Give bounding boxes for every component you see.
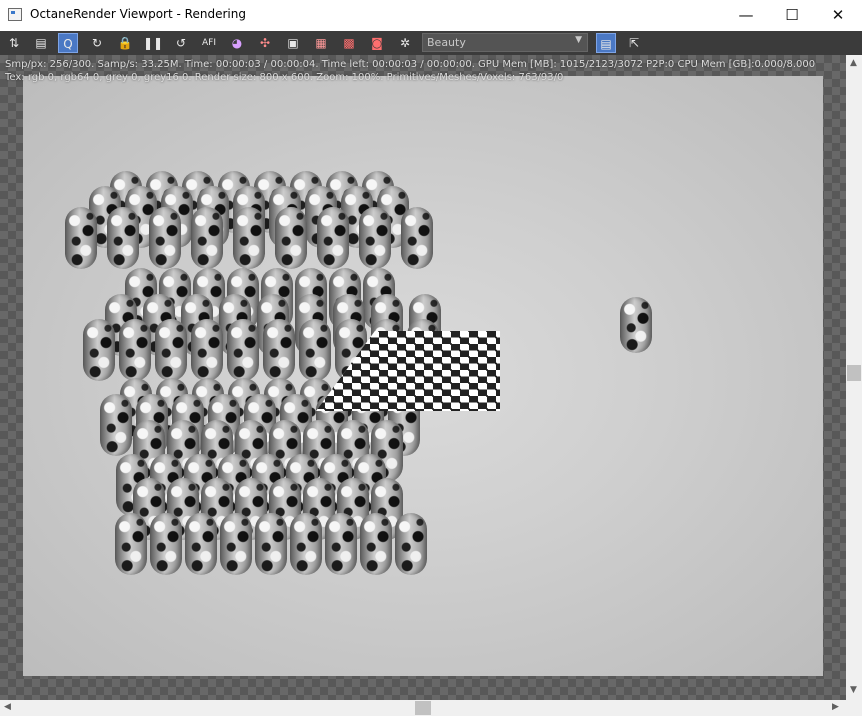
horizontal-scrollbar[interactable]: ◀ ▶ [0, 700, 846, 716]
capsule-object [119, 319, 151, 381]
capsule-object [191, 207, 223, 269]
vertical-scroll-thumb[interactable] [847, 365, 861, 381]
realtime-q-icon[interactable]: Q [58, 33, 78, 53]
capsule-object [83, 319, 115, 381]
window-title: OctaneRender Viewport - Rendering [30, 7, 246, 21]
vertical-scrollbar[interactable]: ▲ ▼ [846, 55, 862, 700]
capsule-object [263, 319, 295, 381]
close-button[interactable]: ✕ [815, 0, 861, 31]
material-picker-icon[interactable]: ▩ [339, 33, 359, 53]
viewport-toolbar: ⇅ ▤ Q ↻ 🔒 ❚❚ ↺ AFI ◕ ✣ ▣ ▦ ▩ ◙ ✲ Beauty … [0, 31, 862, 55]
fit-window-icon[interactable]: ⇱ [624, 33, 644, 53]
render-viewport[interactable]: Smp/px: 256/300. Samp/s: 33.25M. Time: 0… [0, 55, 846, 700]
capsule-object [275, 207, 307, 269]
capsule-object [317, 207, 349, 269]
scroll-up-arrow-icon[interactable]: ▲ [850, 58, 857, 68]
capsule-object [185, 513, 217, 575]
capsule-object [227, 319, 259, 381]
copy-clipboard-icon[interactable]: ▤ [31, 33, 51, 53]
afi-icon[interactable]: AFI [199, 33, 219, 53]
render-pass-select[interactable]: Beauty ▼ [422, 33, 588, 52]
capsule-object [100, 394, 132, 456]
capsule-object [115, 513, 147, 575]
scrollbar-corner [846, 700, 862, 716]
camera-picker-icon[interactable]: ◙ [367, 33, 387, 53]
capsule-object [107, 207, 139, 269]
color-picker-icon[interactable]: ◕ [227, 33, 247, 53]
capsule-object [255, 513, 287, 575]
capsule-object [220, 513, 252, 575]
lock-icon[interactable]: 🔒 [115, 33, 135, 53]
capsule-object [149, 207, 181, 269]
app-icon [8, 8, 22, 21]
capsule-object [191, 319, 223, 381]
grid-view-icon[interactable]: ▤ [596, 33, 616, 53]
scroll-left-arrow-icon[interactable]: ◀ [4, 702, 11, 712]
title-bar: OctaneRender Viewport - Rendering — ☐ ✕ [0, 0, 862, 31]
scroll-down-arrow-icon[interactable]: ▼ [850, 685, 857, 695]
chevron-down-icon: ▼ [575, 35, 582, 45]
export-render-icon[interactable]: ⇅ [4, 33, 24, 53]
capsule-object [150, 513, 182, 575]
capsule-object [290, 513, 322, 575]
render-pass-value: Beauty [427, 36, 466, 49]
scroll-right-arrow-icon[interactable]: ▶ [832, 702, 839, 712]
minimize-button[interactable]: — [723, 0, 769, 31]
focus-picker-icon[interactable]: ✣ [255, 33, 275, 53]
capsule-object [299, 319, 331, 381]
settings-gear-icon[interactable]: ✲ [395, 33, 415, 53]
capsule-object [65, 207, 97, 269]
horizontal-scroll-thumb[interactable] [415, 701, 431, 715]
restart-render-icon[interactable]: ↻ [87, 33, 107, 53]
capsule-object [359, 207, 391, 269]
film-region-icon[interactable]: ▦ [311, 33, 331, 53]
status-line-render-stats: Smp/px: 256/300. Samp/s: 33.25M. Time: 0… [5, 59, 816, 70]
capsule-object [155, 319, 187, 381]
pause-icon[interactable]: ❚❚ [143, 33, 163, 53]
region-render-icon[interactable]: ▣ [283, 33, 303, 53]
render-image [23, 76, 823, 676]
capsule-object [233, 207, 265, 269]
capsule-object [401, 207, 433, 269]
maximize-button[interactable]: ☐ [769, 0, 815, 31]
status-line-scene-info: Tex: rgb 0, rgb64 0, grey 0, grey16 0. R… [5, 72, 564, 83]
capsule-object-isolated [620, 297, 652, 353]
recenter-view-icon[interactable]: ↺ [171, 33, 191, 53]
capsule-object [360, 513, 392, 575]
capsule-object [325, 513, 357, 575]
capsule-object [395, 513, 427, 575]
